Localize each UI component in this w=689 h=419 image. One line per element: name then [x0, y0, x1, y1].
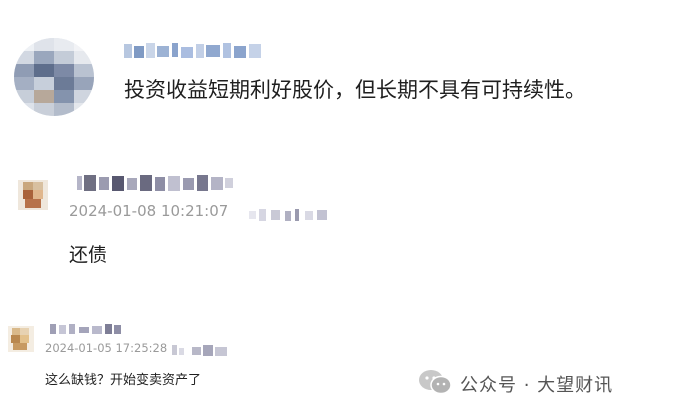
location-blurred	[172, 342, 230, 362]
watermark: 公众号 · 大望财讯	[418, 369, 613, 399]
username-blurred[interactable]	[77, 172, 235, 198]
comment-text: 还债	[69, 244, 108, 266]
comment-text: 这么缺钱？开始变卖资产了	[45, 373, 202, 388]
comment-timestamp: 2024-01-08 10:21:07	[69, 202, 229, 220]
avatar[interactable]	[8, 326, 34, 352]
comment-text: 投资收益短期利好股价，但长期不具有可持续性。	[124, 78, 586, 102]
wechat-icon	[418, 369, 452, 399]
avatar[interactable]	[18, 180, 48, 210]
username-blurred[interactable]	[50, 321, 124, 341]
username-blurred[interactable]	[124, 40, 266, 64]
comment-timestamp: 2024-01-05 17:25:28	[45, 341, 168, 355]
watermark-text: 公众号 · 大望财讯	[460, 375, 614, 396]
location-blurred	[249, 206, 331, 226]
avatar[interactable]	[14, 38, 94, 116]
